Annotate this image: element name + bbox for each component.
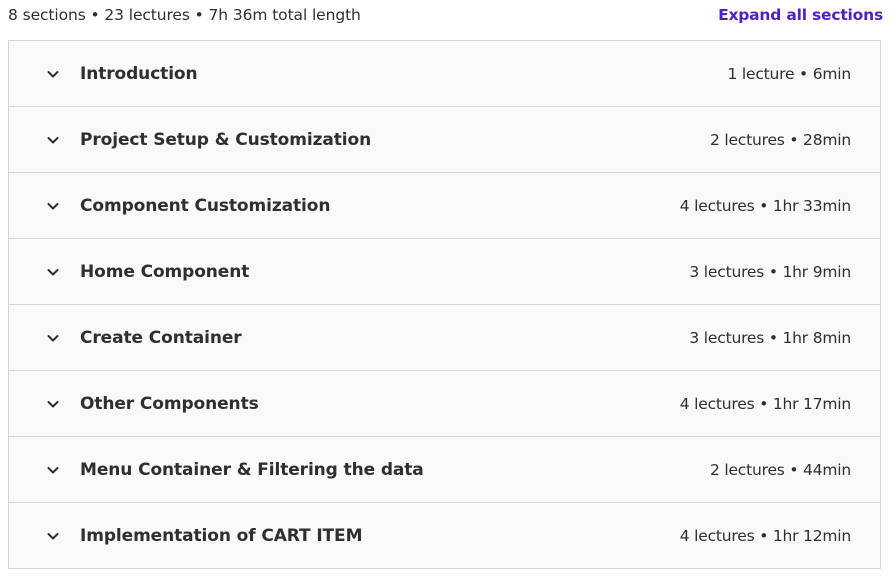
section-meta: 1 lecture • 6min (727, 64, 851, 83)
chevron-down-icon (45, 198, 61, 214)
section-item[interactable]: Project Setup & Customization 2 lectures… (9, 107, 880, 173)
curriculum-summary: 8 sections • 23 lectures • 7h 36m total … (8, 6, 361, 24)
section-meta: 2 lectures • 44min (709, 460, 851, 479)
section-meta: 3 lectures • 1hr 9min (689, 262, 851, 281)
curriculum-sections-list: Introduction 1 lecture • 6min Project Se… (8, 40, 881, 569)
section-item[interactable]: Create Container 3 lectures • 1hr 8min (9, 305, 880, 371)
section-title: Create Container (80, 327, 242, 348)
chevron-down-icon (45, 66, 61, 82)
chevron-down-icon (45, 462, 61, 478)
section-title: Implementation of CART ITEM (80, 525, 363, 546)
section-item[interactable]: Component Customization 4 lectures • 1hr… (9, 173, 880, 239)
section-item[interactable]: Menu Container & Filtering the data 2 le… (9, 437, 880, 503)
chevron-down-icon (45, 264, 61, 280)
section-title: Menu Container & Filtering the data (80, 459, 424, 480)
section-meta: 3 lectures • 1hr 8min (689, 328, 851, 347)
section-meta: 2 lectures • 28min (709, 130, 851, 149)
expand-all-sections-button[interactable]: Expand all sections (718, 6, 883, 24)
section-title: Project Setup & Customization (80, 129, 372, 150)
section-meta: 4 lectures • 1hr 12min (679, 526, 851, 545)
chevron-down-icon (45, 132, 61, 148)
chevron-down-icon (45, 330, 61, 346)
section-title: Component Customization (80, 195, 331, 216)
section-item[interactable]: Home Component 3 lectures • 1hr 9min (9, 239, 880, 305)
section-meta: 4 lectures • 1hr 17min (679, 394, 851, 413)
section-item[interactable]: Implementation of CART ITEM 4 lectures •… (9, 503, 880, 568)
section-item[interactable]: Introduction 1 lecture • 6min (9, 41, 880, 107)
chevron-down-icon (45, 396, 61, 412)
section-meta: 4 lectures • 1hr 33min (679, 196, 851, 215)
section-item[interactable]: Other Components 4 lectures • 1hr 17min (9, 371, 880, 437)
section-title: Introduction (80, 63, 198, 84)
section-title: Other Components (80, 393, 259, 414)
chevron-down-icon (45, 528, 61, 544)
section-title: Home Component (80, 261, 250, 282)
curriculum-header: 8 sections • 23 lectures • 7h 36m total … (8, 0, 883, 30)
